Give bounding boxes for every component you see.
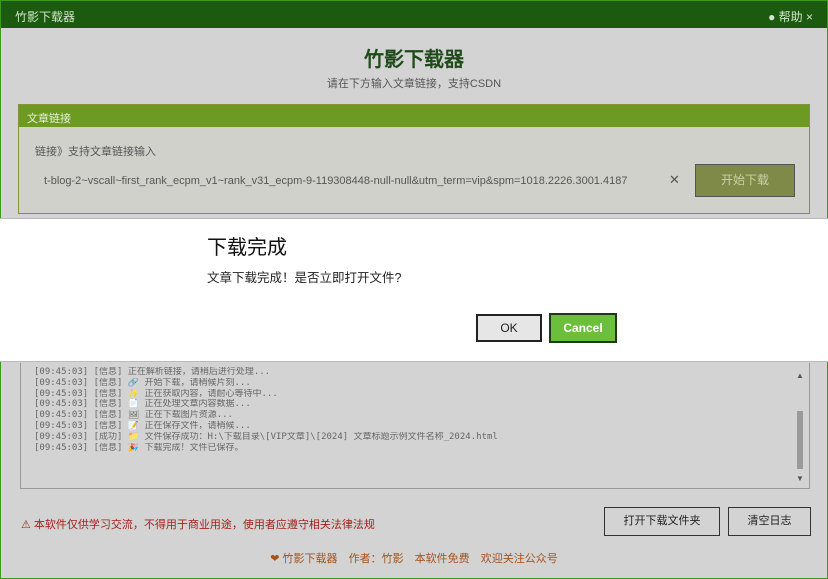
dialog-title: 下载完成	[207, 237, 287, 259]
scroll-up-icon[interactable]: ▲	[796, 371, 804, 380]
log-line: [09:45:03] [信息] 正在解析链接，请稍后进行处理...	[34, 367, 271, 377]
log-line: [09:45:03] [信息] ✨ 正在获取内容，请耐心等待中...	[34, 388, 278, 399]
page-title: 竹影下载器	[364, 49, 464, 71]
log-line: [09:45:03] [信息] 🖼 正在下载图片资源...	[34, 410, 233, 421]
scroll-down-icon[interactable]: ▼	[796, 474, 804, 483]
clear-log-button[interactable]: 清空日志	[728, 507, 811, 536]
ok-button[interactable]: OK	[476, 314, 542, 342]
log-list: [09:45:03] [信息] 正在解析链接，请稍后进行处理... [09:45:…	[34, 367, 774, 453]
url-panel: 文章链接 链接》支持文章链接输入 t-blog-2~vscall~first_r…	[18, 104, 810, 214]
log-line: [09:45:03] [信息] 📝 正在保存文件，请稍候...	[34, 420, 251, 431]
url-field-label: 链接》支持文章链接输入	[35, 146, 156, 158]
footer-item: 作者：竹影	[348, 553, 404, 565]
clear-url-icon[interactable]: ✕	[669, 172, 680, 188]
log-panel: [09:45:03] [信息] 正在解析链接，请稍后进行处理... [09:45:…	[20, 363, 810, 489]
footer-item: ❤ 竹影下载器	[270, 553, 338, 565]
title-bar: 竹影下载器 ● 帮助 ×	[1, 1, 827, 28]
open-folder-button[interactable]: 打开下载文件夹	[604, 507, 720, 536]
url-input[interactable]: t-blog-2~vscall~first_rank_ecpm_v1~rank_…	[44, 175, 664, 187]
log-line: [09:45:03] [信息] 🎉 下载完成！文件已保存。	[34, 442, 244, 453]
footer-item: 本软件免费	[414, 553, 470, 565]
page-subtitle: 请在下方输入文章链接，支持CSDN	[326, 78, 502, 90]
log-scrollbar[interactable]: ▲ ▼	[795, 371, 805, 483]
footer: ❤ 竹影下载器 作者：竹影 本软件免费 欢迎关注公众号	[1, 550, 827, 566]
download-complete-dialog: 下载完成 文章下载完成！是否立即打开文件? OK Cancel	[0, 218, 828, 362]
panel-heading: 文章链接	[19, 105, 809, 127]
log-line: [09:45:03] [信息] 🔗 开始下载，请稍候片刻...	[34, 377, 251, 388]
scroll-thumb[interactable]	[797, 411, 803, 469]
warning-text: ⚠ 本软件仅供学习交流，不得用于商业用途，使用者应遵守相关法律法规	[21, 519, 375, 531]
window-title: 竹影下载器	[15, 10, 76, 24]
footer-item: 欢迎关注公众号	[480, 553, 558, 565]
log-line: [09:45:03] [信息] 📄 正在处理文章内容数据...	[34, 399, 251, 410]
cancel-button[interactable]: Cancel	[549, 313, 617, 343]
window-controls[interactable]: ● 帮助 ×	[768, 8, 813, 25]
download-button[interactable]: 开始下载	[695, 164, 795, 197]
dialog-message: 文章下载完成！是否立即打开文件?	[207, 271, 402, 285]
log-line: [09:45:03] [成功] 📁 文件保存成功：H:\下载目录\[VIP文章]…	[34, 431, 498, 442]
